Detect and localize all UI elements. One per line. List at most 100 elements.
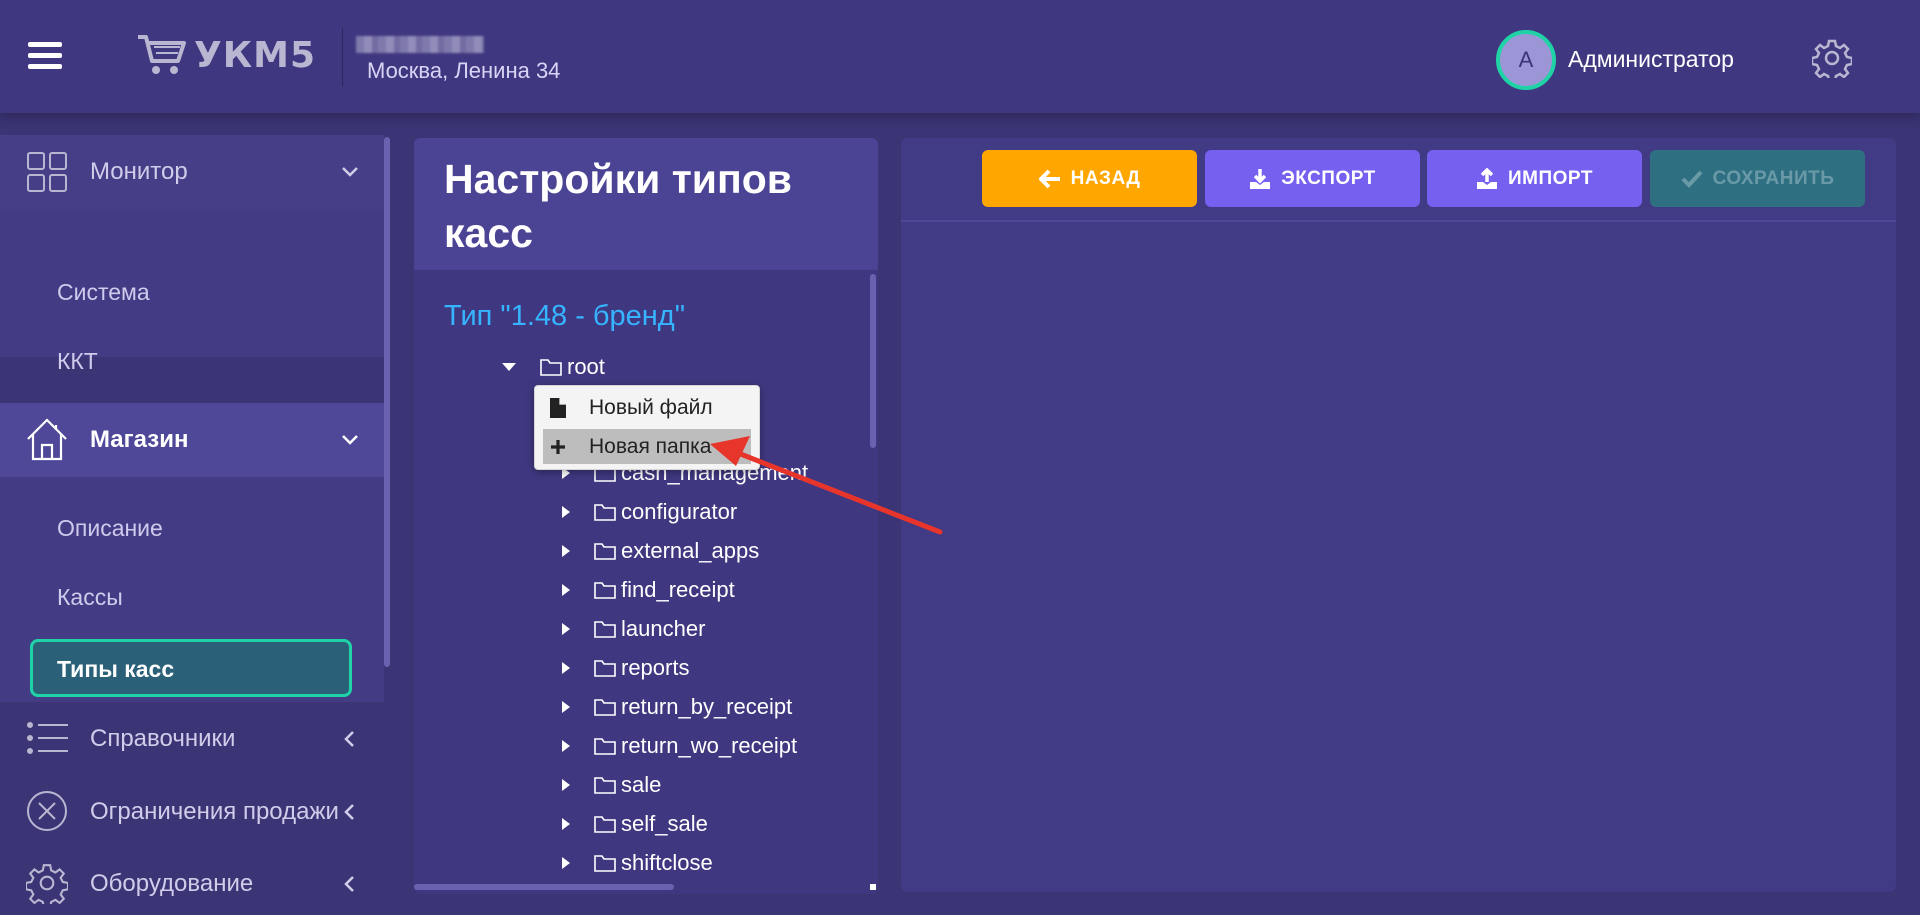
plus-icon [551,439,565,454]
tree-node-return-wo-receipt[interactable]: return_wo_receipt [562,733,797,759]
context-menu-label: Новая папка [589,434,712,458]
avatar[interactable]: А [1496,30,1556,90]
folder-icon [594,777,616,794]
settings-gear-icon[interactable] [1812,38,1852,78]
import-button[interactable]: ИМПОРТ [1427,150,1642,207]
sidebar-item-shop[interactable]: Магазин [0,403,384,477]
sidebar-item-dictionaries[interactable]: Справочники [0,702,384,776]
user-name[interactable]: Администратор [1568,46,1734,73]
tree-horizontal-scrollbar[interactable] [414,884,674,890]
grid-icon [27,152,67,192]
caret-right-icon[interactable] [562,584,570,596]
caret-right-icon[interactable] [562,818,570,830]
sidebar-scrollbar[interactable] [384,137,390,667]
tree-node-label: self_sale [621,811,708,836]
folder-icon [540,359,562,376]
caret-right-icon[interactable] [562,779,570,791]
sidebar-item-label: Оборудование [90,870,254,897]
sidebar-item-label: Справочники [90,725,236,752]
export-button[interactable]: ЭКСПОРТ [1205,150,1420,207]
tree-node-self-sale[interactable]: self_sale [562,811,708,837]
content-panel: НАЗАД ЭКСПОРТ ИМПОРТ СОХРАНИТЬ [901,138,1896,892]
chevron-left-icon [344,804,354,820]
tree-node-label: root [567,354,605,379]
scroll-corner [870,884,876,890]
sidebar-item-equipment[interactable]: Оборудование [0,848,384,915]
sidebar-item-description[interactable]: Описание [57,515,163,542]
save-button-label: СОХРАНИТЬ [1712,167,1835,189]
gear-icon [26,864,68,904]
tree-node-label: reports [621,655,690,680]
caret-right-icon[interactable] [562,857,570,869]
list-icon [27,722,68,754]
sidebar-item-kkt[interactable]: ККТ [57,348,98,375]
header-divider [342,28,343,86]
toolbar-divider [901,220,1896,222]
file-icon [550,397,566,418]
sidebar-item-register-types[interactable]: Типы касс [30,639,352,697]
store-name-redacted [356,36,484,53]
tree-node-sale[interactable]: sale [562,772,661,798]
tree-node-label: configurator [621,499,738,524]
tree-node-label: sale [621,772,662,797]
tree-node-reports[interactable]: reports [562,655,689,681]
cart-icon [138,35,186,74]
download-icon [1250,168,1271,189]
tree-panel: Настройки типов касс Тип "1.48 - бренд" … [414,138,878,894]
caret-right-icon[interactable] [562,701,570,713]
tree-node-label: find_receipt [621,577,735,602]
register-type-label: Тип "1.48 - бренд" [444,300,686,332]
sidebar-item-sale-restrictions[interactable]: Ограничения продажи [0,776,384,848]
tree-node-shiftclose[interactable]: shiftclose [562,850,713,876]
tree-node-label: external_apps [621,538,760,563]
tree-node-external-apps[interactable]: external_apps [562,538,759,564]
context-menu-new-folder[interactable]: Новая папка [543,429,751,464]
sidebar-item-label: Магазин [90,426,189,453]
sidebar-item-label: Ограничения продажи [90,798,339,825]
cancel-circle-icon [27,791,67,831]
caret-right-icon[interactable] [562,662,570,674]
tree-node-launcher[interactable]: launcher [562,616,705,642]
tree-node-label: launcher [621,616,706,641]
sidebar-item-monitor[interactable]: Монитор [0,135,384,209]
tree-node-configurator[interactable]: configurator [562,499,737,525]
folder-icon [594,582,616,599]
chevron-down-icon [342,167,358,177]
export-button-label: ЭКСПОРТ [1281,167,1376,189]
folder-icon [594,699,616,716]
caret-down-icon[interactable] [502,363,516,371]
hamburger-menu-icon[interactable] [28,42,62,70]
save-button[interactable]: СОХРАНИТЬ [1650,150,1865,207]
back-button[interactable]: НАЗАД [982,150,1197,207]
sidebar: Монитор Система ККТ Магазин Описание Кас… [0,113,384,915]
tree-node-label: return_by_receipt [621,694,793,719]
upload-icon [1477,167,1498,189]
arrow-left-icon [1038,169,1060,188]
context-menu-new-file[interactable]: Новый файл [543,390,751,425]
chevron-left-icon [344,731,354,747]
tree-node-return-by-receipt[interactable]: return_by_receipt [562,694,792,720]
tree-node-label: return_wo_receipt [621,733,798,758]
caret-right-icon[interactable] [562,740,570,752]
tree-node-label: shiftclose [621,850,713,875]
check-icon [1681,170,1703,188]
folder-icon [594,660,616,677]
tree-vertical-scrollbar[interactable] [870,274,876,448]
tree-node-root[interactable]: root [502,354,605,380]
caret-right-icon[interactable] [562,623,570,635]
caret-right-icon[interactable] [562,506,570,518]
back-button-label: НАЗАД [1070,167,1141,189]
folder-icon [594,621,616,638]
folder-icon [594,816,616,833]
sidebar-item-system[interactable]: Система [57,279,150,306]
chevron-down-icon [342,435,358,445]
caret-right-icon[interactable] [562,545,570,557]
folder-icon [594,738,616,755]
page-title: Настройки типов касс [444,156,792,256]
logo[interactable]: УКМ5 [136,30,316,80]
folder-icon [594,504,616,521]
chevron-left-icon [344,876,354,892]
sidebar-item-label: Монитор [90,158,188,185]
sidebar-item-registers[interactable]: Кассы [57,584,123,611]
tree-node-find-receipt[interactable]: find_receipt [562,577,735,603]
